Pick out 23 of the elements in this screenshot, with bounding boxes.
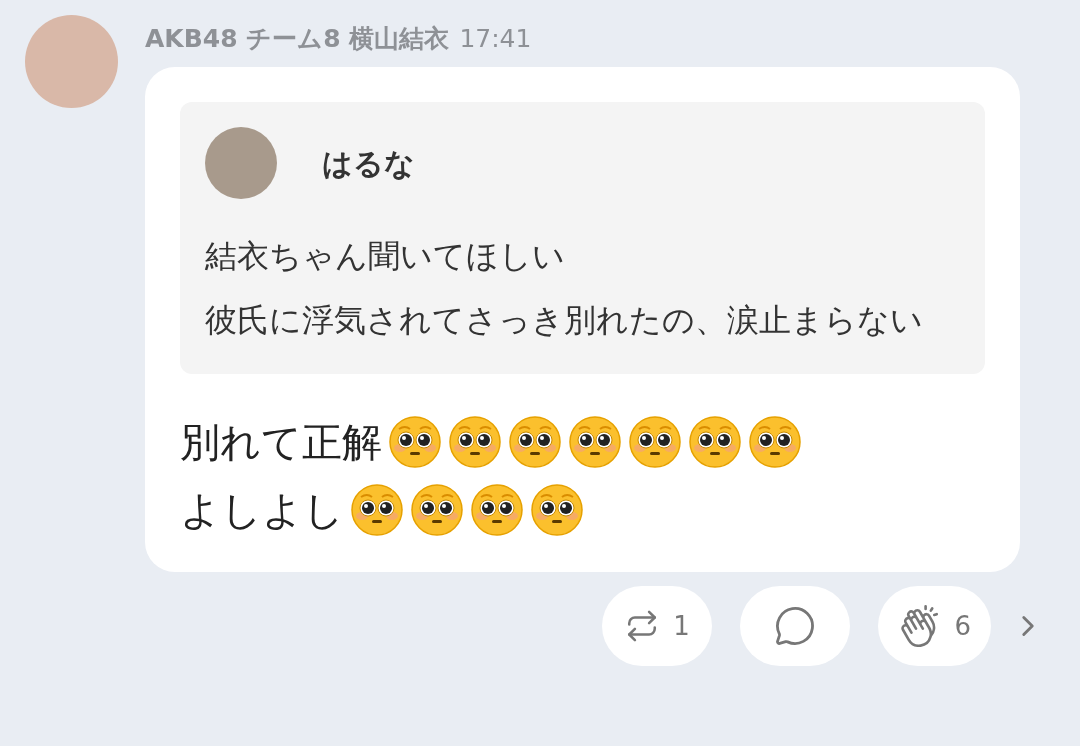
pleading-face-icon [628,415,682,469]
pleading-face-icon [530,483,584,537]
pleading-face-icon [470,483,524,537]
quoted-message[interactable]: はるな 結衣ちゃん聞いてほしい 彼氏に浮気されてさっき別れたの、涙止まらない [180,102,985,374]
quoted-text: 彼氏に浮気されてさっき別れたの、涙止まらない [205,300,924,341]
clapping-hands-icon [898,605,941,647]
author-name: AKB48 チーム8 横山結衣 [145,23,450,55]
post-time: 17:41 [459,23,532,55]
pleading-face-icon [448,415,502,469]
repost-button[interactable]: 1 [602,586,713,666]
quoted-author-name: はるな [322,144,415,183]
pleading-face-icon [388,415,442,469]
message-text: よしよし [180,486,344,535]
comment-icon [774,605,817,647]
quoted-text: 結衣ちゃん聞いてほしい [205,236,566,277]
pleading-face-icon [568,415,622,469]
clap-button[interactable]: 6 [878,586,991,666]
pleading-face-icon [508,415,562,469]
message-text: 別れて正解 [180,418,382,467]
pleading-face-icon [410,483,464,537]
pleading-face-icon [688,415,742,469]
pleading-face-icon [748,415,802,469]
pleading-face-icon [350,483,404,537]
